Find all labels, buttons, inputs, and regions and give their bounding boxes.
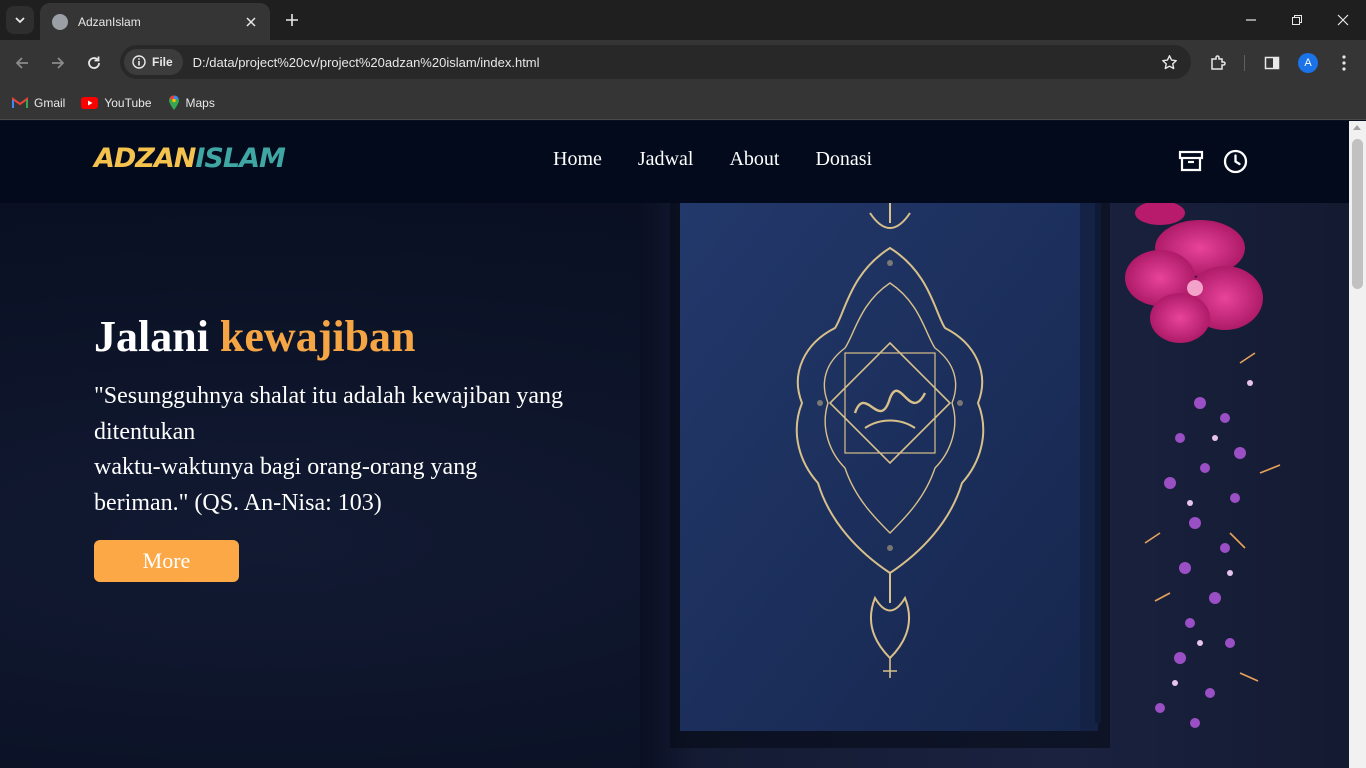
gmail-icon <box>12 96 28 108</box>
bookmark-label: Maps <box>185 95 215 110</box>
side-panel-icon <box>1264 56 1280 70</box>
minimize-button[interactable] <box>1228 0 1274 40</box>
bookmark-star-button[interactable] <box>1159 52 1179 72</box>
logo-part-islam: ISLAM <box>195 143 285 174</box>
hero-quote: "Sesungguhnya shalat itu adalah kewajiba… <box>94 383 564 516</box>
logo-part-adzan: ADZAN <box>94 143 196 174</box>
new-tab-button[interactable] <box>282 10 302 30</box>
site-chip-label: File <box>152 55 173 69</box>
page-scrollbar[interactable] <box>1349 121 1366 768</box>
plus-icon <box>286 14 298 26</box>
bookmarks-bar: Gmail YouTube Maps <box>0 86 1366 120</box>
minimize-icon <box>1246 19 1256 21</box>
bookmark-gmail[interactable]: Gmail <box>12 96 65 110</box>
hero-image <box>640 201 1349 768</box>
close-icon <box>246 16 256 27</box>
restore-icon <box>1292 15 1302 25</box>
browser-tabstrip: AdzanIslam <box>0 0 1366 40</box>
hero-text-block: Jalani kewajiban "Sesungguhnya shalat it… <box>94 307 564 582</box>
close-window-button[interactable] <box>1320 0 1366 40</box>
tab-search-button[interactable] <box>6 6 34 34</box>
site-info-chip[interactable]: File <box>124 49 183 75</box>
address-bar[interactable]: File D:/data/project%20cv/project%20adza… <box>120 45 1191 79</box>
bookmark-label: YouTube <box>104 95 152 110</box>
clock-button[interactable] <box>1222 148 1248 174</box>
quran-illustration <box>670 201 1281 748</box>
arrow-right-icon <box>52 57 65 69</box>
nav-link-about[interactable]: About <box>729 148 779 171</box>
chevron-down-icon <box>15 17 25 24</box>
nav-link-jadwal[interactable]: Jadwal <box>638 148 694 171</box>
bookmark-youtube[interactable]: YouTube <box>81 95 152 110</box>
back-button[interactable] <box>8 49 36 77</box>
youtube-icon <box>81 96 99 109</box>
restore-button[interactable] <box>1274 0 1320 40</box>
nav-link-home[interactable]: Home <box>553 148 602 171</box>
close-icon <box>1337 14 1349 26</box>
scroll-thumb[interactable] <box>1352 139 1363 289</box>
site-navbar: ADZANISLAM Home Jadwal About Donasi <box>0 121 1349 203</box>
star-icon <box>1161 54 1177 69</box>
url-text[interactable]: D:/data/project%20cv/project%20adzan%20i… <box>193 55 540 70</box>
more-vertical-icon <box>1342 55 1346 71</box>
puzzle-icon <box>1211 55 1226 70</box>
web-page: ADZANISLAM Home Jadwal About Donasi Jala… <box>0 121 1349 768</box>
extensions-button[interactable] <box>1204 49 1232 77</box>
browser-toolbar: File D:/data/project%20cv/project%20adza… <box>0 40 1366 86</box>
scroll-up-arrow-icon[interactable] <box>1353 125 1361 130</box>
arrow-left-icon <box>15 57 28 69</box>
side-panel-button[interactable] <box>1258 49 1286 77</box>
nav-link-donasi[interactable]: Donasi <box>815 148 872 171</box>
globe-icon <box>52 13 68 30</box>
reload-button[interactable] <box>80 49 108 77</box>
browser-menu-button[interactable] <box>1330 49 1358 77</box>
bookmark-maps[interactable]: Maps <box>168 95 215 111</box>
toolbar-divider <box>1244 55 1245 71</box>
archive-button[interactable] <box>1178 148 1204 174</box>
site-logo[interactable]: ADZANISLAM <box>94 143 286 174</box>
hero-section: Jalani kewajiban "Sesungguhnya shalat it… <box>0 201 1349 768</box>
maps-icon <box>168 95 179 110</box>
main-menu: Home Jadwal About Donasi <box>553 148 872 171</box>
archive-icon <box>1178 150 1204 172</box>
tab-close-button[interactable] <box>242 13 260 31</box>
reload-icon <box>88 56 100 69</box>
info-icon <box>132 55 146 69</box>
tab-title: AdzanIslam <box>78 14 141 29</box>
forward-button[interactable] <box>44 49 72 77</box>
more-button[interactable]: More <box>94 540 239 582</box>
profile-avatar[interactable]: A <box>1298 53 1318 73</box>
hero-title-accent: kewajiban <box>219 312 416 361</box>
bookmark-label: Gmail <box>34 95 66 110</box>
hero-title: Jalani kewajiban <box>94 307 564 367</box>
hero-title-main: Jalani <box>94 312 209 361</box>
clock-icon <box>1223 149 1247 173</box>
browser-tab-active[interactable]: AdzanIslam <box>40 3 270 40</box>
